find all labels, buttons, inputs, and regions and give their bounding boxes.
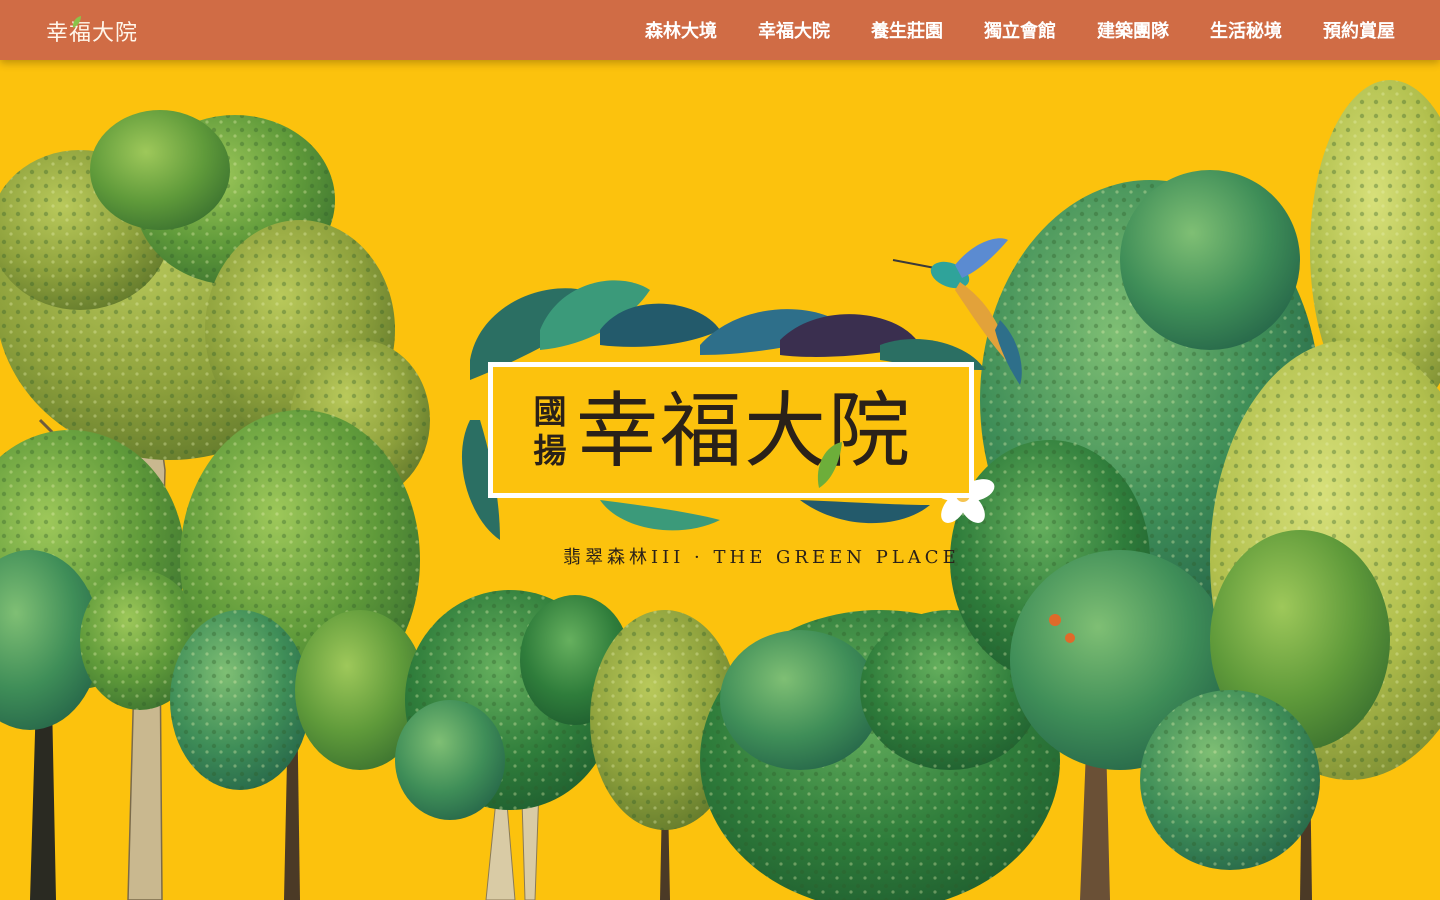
- logo-tagline: 翡翠森林III · THE GREEN PLACE: [563, 547, 960, 568]
- leaf-icon: [817, 442, 842, 488]
- left-front-tree: [0, 430, 200, 900]
- nav-item-forest-realm[interactable]: 森林大境: [645, 17, 717, 43]
- nav-item-clubhouse[interactable]: 獨立會館: [984, 17, 1056, 43]
- nav-item-happiness-courtyard[interactable]: 幸福大院: [758, 17, 830, 43]
- nav-item-book-viewing[interactable]: 預約賞屋: [1323, 17, 1395, 43]
- left-mid-tree: [170, 410, 425, 900]
- nav-item-wellness-manor[interactable]: 養生莊園: [871, 17, 943, 43]
- logo-subbrand: 國揚: [533, 392, 567, 470]
- logo-title: 幸福大院: [576, 384, 913, 479]
- nav-item-lifestyle[interactable]: 生活秘境: [1210, 17, 1282, 43]
- brand-logo[interactable]: 幸福大院: [46, 15, 138, 47]
- main-nav: 森林大境 幸福大院 養生莊園 獨立會館 建築團隊 生活秘境 預約賞屋: [604, 0, 1395, 60]
- brand-leaf-icon: [72, 16, 81, 28]
- header-bar: 幸福大院 森林大境 幸福大院 養生莊園 獨立會館 建築團隊 生活秘境 預約賞屋: [0, 0, 1440, 60]
- nav-item-architecture-team[interactable]: 建築團隊: [1097, 17, 1169, 43]
